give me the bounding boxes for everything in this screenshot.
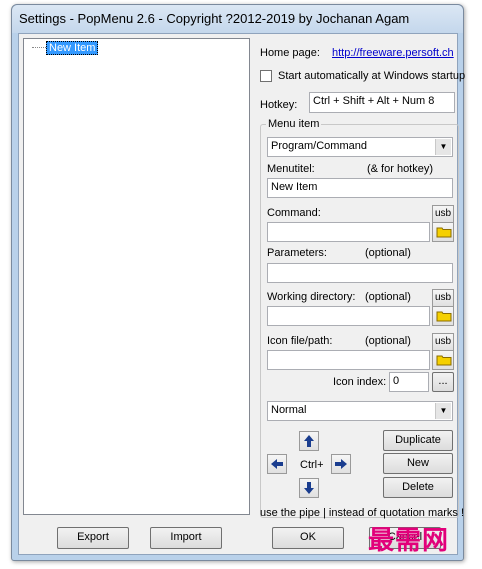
menutitle-hint: (& for hotkey)	[367, 163, 434, 175]
hotkey-field[interactable]: Ctrl + Shift + Alt + Num 8	[309, 92, 455, 113]
duplicate-button[interactable]: Duplicate	[383, 430, 453, 451]
parameters-label: Parameters:	[267, 247, 327, 259]
homepage-link[interactable]: http://freeware.persoft.ch	[332, 47, 454, 59]
icon-path-label: Icon file/path:	[267, 335, 333, 347]
icon-path-hint: (optional)	[365, 335, 411, 347]
icon-browse-button[interactable]	[432, 350, 454, 370]
command-usb-button[interactable]: usb	[432, 205, 454, 223]
workdir-usb-button[interactable]: usb	[432, 289, 454, 307]
parameters-field[interactable]	[267, 263, 453, 283]
title-bar[interactable]: Settings - PopMenu 2.6 - Copyright ?2012…	[12, 5, 463, 33]
item-type-value: Program/Command	[271, 140, 367, 152]
import-button[interactable]: Import	[150, 527, 222, 549]
move-modifier-label: Ctrl+	[300, 459, 324, 471]
move-right-button[interactable]	[331, 454, 351, 474]
arrow-right-icon	[335, 459, 347, 469]
workdir-field[interactable]	[267, 306, 430, 326]
command-browse-button[interactable]	[432, 222, 454, 242]
tree-item-new-item[interactable]: New Item	[46, 41, 99, 55]
move-up-button[interactable]	[299, 431, 319, 451]
arrow-down-icon	[304, 482, 314, 494]
chevron-down-icon: ▼	[435, 403, 451, 419]
window-mode-select[interactable]: Normal ▼	[267, 401, 453, 421]
chevron-down-icon: ▼	[435, 139, 451, 155]
workdir-browse-button[interactable]	[432, 306, 454, 326]
new-button[interactable]: New	[383, 453, 453, 474]
arrow-left-icon	[271, 459, 283, 469]
menutitle-field[interactable]: New Item	[267, 178, 453, 198]
startup-checkbox[interactable]	[260, 70, 272, 82]
window-title: Settings - PopMenu 2.6 - Copyright ?2012…	[19, 11, 410, 26]
icon-index-label: Icon index:	[333, 376, 387, 388]
move-down-button[interactable]	[299, 478, 319, 498]
menu-item-group-title: Menu item	[266, 118, 322, 130]
delete-button[interactable]: Delete	[383, 477, 453, 498]
icon-path-field[interactable]	[267, 350, 430, 370]
icon-index-browse-button[interactable]: ...	[432, 372, 454, 392]
menu-tree[interactable]: New Item	[23, 38, 250, 515]
client-area: New Item Home page: http://freeware.pers…	[18, 33, 465, 555]
arrow-up-icon	[304, 435, 314, 447]
command-label: Command:	[267, 207, 321, 219]
site-watermark: 最需网	[368, 526, 450, 556]
settings-window: Settings - PopMenu 2.6 - Copyright ?2012…	[11, 4, 465, 561]
item-type-select[interactable]: Program/Command ▼	[267, 137, 453, 157]
window-mode-value: Normal	[271, 404, 307, 416]
folder-icon	[436, 355, 452, 366]
icon-index-field[interactable]: 0	[389, 372, 429, 392]
command-field[interactable]	[267, 222, 430, 242]
move-left-button[interactable]	[267, 454, 287, 474]
folder-icon	[436, 227, 452, 238]
icon-usb-button[interactable]: usb	[432, 333, 454, 351]
tree-connector	[32, 47, 46, 48]
export-button[interactable]: Export	[57, 527, 129, 549]
startup-label: Start automatically at Windows startup	[278, 70, 466, 82]
ok-button[interactable]: OK	[272, 527, 344, 549]
menutitle-label: Menutitel:	[267, 163, 315, 175]
workdir-hint: (optional)	[365, 291, 411, 303]
folder-icon	[436, 311, 452, 322]
hotkey-label: Hotkey:	[260, 99, 298, 111]
homepage-label: Home page:	[260, 47, 320, 59]
workdir-label: Working directory:	[267, 291, 356, 303]
pipe-hint: use the pipe | instead of quotation mark…	[260, 507, 465, 519]
parameters-hint: (optional)	[365, 247, 411, 259]
